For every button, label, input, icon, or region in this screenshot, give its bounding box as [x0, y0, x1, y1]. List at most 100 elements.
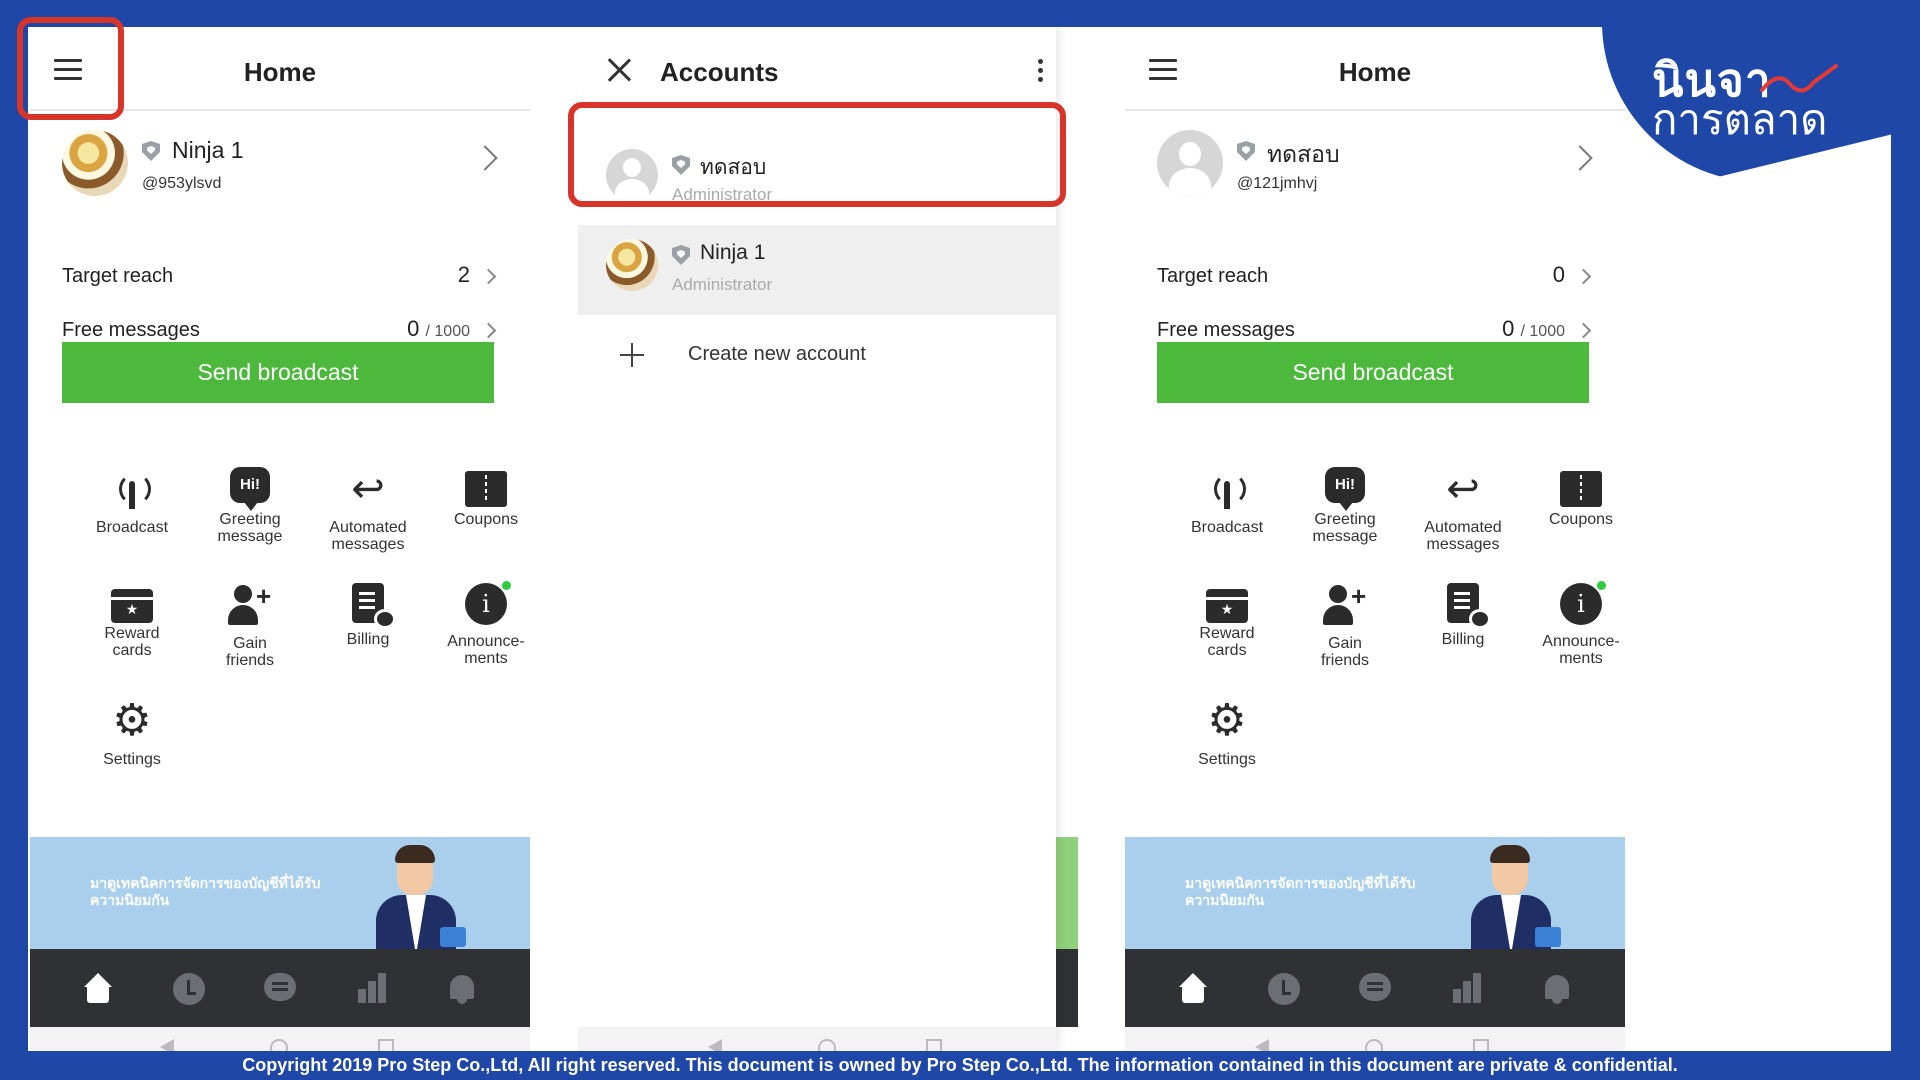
- account-item-selected[interactable]: Ninja 1 Administrator: [578, 225, 1056, 315]
- create-account-button[interactable]: Create new account: [578, 327, 1056, 387]
- recent-apps-icon[interactable]: [1473, 1039, 1489, 1051]
- chevron-right-icon: [1575, 268, 1592, 285]
- shield-icon: [1237, 141, 1255, 161]
- chevron-right-icon: [480, 268, 497, 285]
- avatar: [606, 239, 658, 291]
- chevron-right-icon: [1575, 322, 1592, 339]
- free-messages-value: 0 / 1000: [1502, 316, 1565, 341]
- tile-label: Broadcast: [1190, 519, 1264, 536]
- account-profile[interactable]: Ninja 1 @953ylsvd: [30, 127, 530, 217]
- promo-banner[interactable]: มาดูเทคนิคการจัดการของบัญชีที่ได้รับความ…: [30, 837, 530, 949]
- underlay-banner-edge: [1056, 837, 1078, 949]
- tile-automated-messages[interactable]: ↩ Automated messages: [314, 467, 422, 553]
- tile-label: Gain friends: [1320, 635, 1370, 669]
- tile-label: Greeting message: [217, 511, 283, 545]
- free-messages-value: 0 / 1000: [407, 316, 470, 341]
- chat-icon[interactable]: [1359, 973, 1391, 1001]
- android-home-icon[interactable]: [270, 1039, 288, 1051]
- bell-icon[interactable]: [446, 973, 478, 1005]
- drawer-header: Accounts: [578, 27, 1056, 107]
- chevron-right-icon: [472, 145, 498, 171]
- tile-automated-messages[interactable]: ↩ Automated messages: [1409, 467, 1517, 553]
- tile-label: Settings: [103, 751, 161, 768]
- clock-icon[interactable]: [173, 973, 205, 1005]
- target-reach-row[interactable]: Target reach 2: [62, 257, 498, 297]
- bell-icon[interactable]: [1541, 973, 1573, 1005]
- android-nav-bar: [30, 1027, 530, 1051]
- bottom-nav: [30, 949, 530, 1027]
- tile-label: Greeting message: [1312, 511, 1378, 545]
- tile-greeting-message[interactable]: Hi! Greeting message: [196, 467, 304, 545]
- billing-icon: [1447, 583, 1491, 629]
- free-messages-label: Free messages: [62, 319, 200, 341]
- target-reach-value: 0: [1552, 262, 1565, 287]
- tile-gain-friends[interactable]: + Gain friends: [196, 581, 304, 669]
- reward-card-icon: ★: [1206, 589, 1248, 623]
- tile-coupons[interactable]: Coupons: [1527, 467, 1635, 528]
- tile-greeting-message[interactable]: Hi! Greeting message: [1291, 467, 1399, 545]
- tile-gain-friends[interactable]: + Gain friends: [1291, 581, 1399, 669]
- more-options-icon[interactable]: [1038, 59, 1044, 83]
- back-icon[interactable]: [160, 1039, 174, 1051]
- send-broadcast-button[interactable]: Send broadcast: [62, 342, 494, 403]
- reply-icon: ↩: [1446, 467, 1480, 511]
- back-icon[interactable]: [1255, 1039, 1269, 1051]
- info-icon: i: [465, 581, 511, 625]
- bottom-nav: [1125, 949, 1625, 1027]
- tile-label: Automated messages: [1424, 519, 1502, 553]
- shield-icon: [142, 141, 160, 161]
- page-title: Home: [1338, 57, 1412, 87]
- android-home-icon[interactable]: [1365, 1039, 1383, 1051]
- tile-label: Billing: [1441, 631, 1485, 648]
- stats-icon[interactable]: [356, 973, 388, 1005]
- notification-dot: [502, 581, 511, 590]
- account-name: Ninja 1: [172, 137, 244, 163]
- account-name: ทดสอบ: [1267, 141, 1340, 167]
- brand-logo-subtext: การตลาด: [1652, 96, 1828, 143]
- back-icon[interactable]: [708, 1039, 722, 1051]
- target-reach-row[interactable]: Target reach 0: [1157, 257, 1593, 297]
- tile-label: Billing: [346, 631, 390, 648]
- tile-settings[interactable]: ⚙ Settings: [78, 699, 186, 769]
- account-profile[interactable]: ทดสอบ @121jmhvj: [1125, 127, 1625, 217]
- promo-banner[interactable]: มาดูเทคนิคการจัดการของบัญชีที่ได้รับความ…: [1125, 837, 1625, 949]
- android-home-icon[interactable]: [818, 1039, 836, 1051]
- tile-broadcast[interactable]: Broadcast: [1173, 467, 1281, 536]
- tile-coupons[interactable]: Coupons: [432, 467, 540, 528]
- stats-icon[interactable]: [1451, 973, 1483, 1005]
- tile-broadcast[interactable]: Broadcast: [78, 467, 186, 536]
- tile-settings[interactable]: ⚙ Settings: [1173, 696, 1281, 769]
- tile-reward-cards[interactable]: ★ Reward cards: [1173, 583, 1281, 659]
- close-icon[interactable]: [606, 57, 632, 83]
- reward-card-icon: ★: [111, 589, 153, 623]
- tile-announcements[interactable]: i Announce- ments: [432, 581, 540, 667]
- home-icon[interactable]: [1177, 973, 1209, 1005]
- account-id: @121jmhvj: [1237, 175, 1318, 192]
- account-name: Ninja 1: [700, 241, 766, 264]
- recent-apps-icon[interactable]: [926, 1039, 942, 1051]
- tile-billing[interactable]: Billing: [314, 583, 422, 648]
- broadcast-icon: [1203, 467, 1251, 511]
- send-broadcast-button[interactable]: Send broadcast: [1157, 342, 1589, 403]
- recent-apps-icon[interactable]: [378, 1039, 394, 1051]
- banner-text: มาดูเทคนิคการจัดการของบัญชีที่ได้รับความ…: [90, 875, 321, 908]
- gear-icon: ⚙: [1207, 696, 1247, 745]
- chat-icon[interactable]: [264, 973, 296, 1001]
- add-friend-icon: +: [1321, 581, 1369, 627]
- notification-dot: [1597, 581, 1606, 590]
- broadcast-icon: [108, 467, 156, 511]
- tile-label: Reward cards: [1199, 625, 1255, 659]
- target-reach-value: 2: [457, 262, 470, 287]
- reply-icon: ↩: [351, 467, 385, 511]
- tile-billing[interactable]: Billing: [1409, 583, 1517, 648]
- tablet-icon: [440, 927, 466, 947]
- tile-announcements[interactable]: i Announce- ments: [1527, 581, 1635, 667]
- clock-icon[interactable]: [1268, 973, 1300, 1005]
- tile-label: Automated messages: [329, 519, 407, 553]
- tile-label: Gain friends: [225, 635, 275, 669]
- home-screen-right: Home ทดสอบ @121jmhvj Target reach 0 Free…: [1125, 27, 1625, 1051]
- avatar: [1157, 130, 1223, 196]
- add-friend-icon: +: [226, 581, 274, 627]
- tile-reward-cards[interactable]: ★ Reward cards: [78, 583, 186, 659]
- home-icon[interactable]: [82, 973, 114, 1005]
